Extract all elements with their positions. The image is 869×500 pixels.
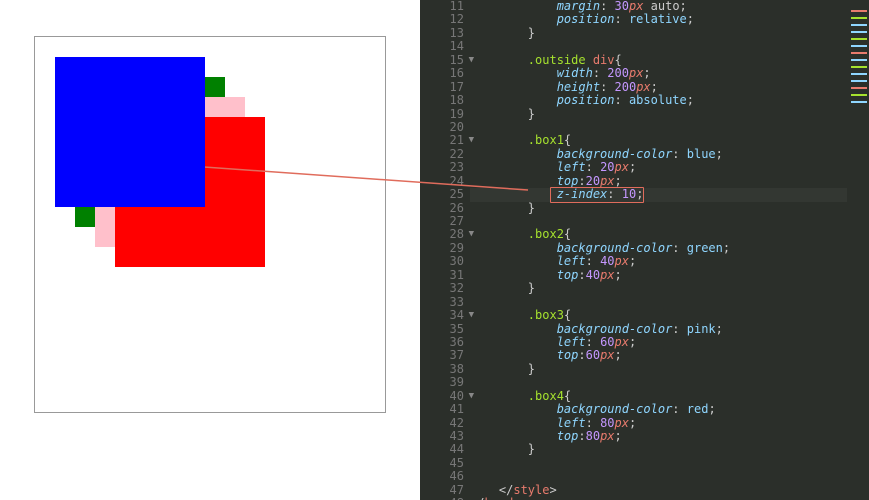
code-line[interactable]: left: 60px; [470, 336, 847, 349]
minimap-stripe [851, 52, 867, 54]
line-number: 24 [420, 175, 464, 188]
code-line[interactable] [470, 121, 847, 134]
code-editor[interactable]: 1112131415▼161718192021▼22232425262728▼2… [420, 0, 869, 500]
line-number: 19 [420, 108, 464, 121]
code-line[interactable]: </style> [470, 484, 847, 497]
highlight-rectangle [550, 187, 644, 203]
minimap-stripe [851, 94, 867, 96]
code-line[interactable]: background-color: red; [470, 403, 847, 416]
code-line[interactable]: top:60px; [470, 349, 847, 362]
line-number: 45 [420, 457, 464, 470]
code-line[interactable]: top:40px; [470, 269, 847, 282]
line-number: 42 [420, 417, 464, 430]
code-line[interactable]: background-color: pink; [470, 323, 847, 336]
line-number: 18 [420, 94, 464, 107]
line-number: 14 [420, 40, 464, 53]
code-line[interactable]: } [470, 27, 847, 40]
code-line[interactable]: } [470, 282, 847, 295]
line-number: 25 [420, 188, 464, 201]
app-root: 1112131415▼161718192021▼22232425262728▼2… [0, 0, 869, 500]
line-number: 44 [420, 443, 464, 456]
line-number: 43 [420, 430, 464, 443]
line-number: 39 [420, 376, 464, 389]
line-number: 40▼ [420, 390, 464, 403]
code-line[interactable]: } [470, 363, 847, 376]
outside-container [34, 36, 386, 413]
code-line[interactable]: .box3{ [470, 309, 847, 322]
line-number: 30 [420, 255, 464, 268]
minimap-stripe [851, 87, 867, 89]
code-line[interactable]: margin: 30px auto; [470, 0, 847, 13]
line-number: 20 [420, 121, 464, 134]
editor-minimap[interactable] [847, 0, 869, 500]
minimap-stripe [851, 80, 867, 82]
code-line[interactable] [470, 40, 847, 53]
line-number: 27 [420, 215, 464, 228]
line-number: 37 [420, 349, 464, 362]
line-number: 35 [420, 323, 464, 336]
code-line[interactable]: left: 40px; [470, 255, 847, 268]
minimap-stripe [851, 45, 867, 47]
code-line[interactable] [470, 376, 847, 389]
editor-gutter: 1112131415▼161718192021▼22232425262728▼2… [420, 0, 470, 500]
minimap-stripe [851, 10, 867, 12]
minimap-stripe [851, 38, 867, 40]
code-line[interactable] [470, 215, 847, 228]
code-line[interactable]: .box4{ [470, 390, 847, 403]
line-number: 38 [420, 363, 464, 376]
code-line[interactable]: width: 200px; [470, 67, 847, 80]
line-number: 15▼ [420, 54, 464, 67]
line-number: 33 [420, 296, 464, 309]
box1-blue [55, 57, 205, 207]
code-line[interactable]: } [470, 202, 847, 215]
line-number: 21▼ [420, 134, 464, 147]
line-number: 23 [420, 161, 464, 174]
line-number: 46 [420, 470, 464, 483]
editor-code-area[interactable]: margin: 30px auto; position: relative; }… [470, 0, 847, 500]
line-number: 16 [420, 67, 464, 80]
code-line[interactable]: height: 200px; [470, 81, 847, 94]
code-line[interactable]: background-color: blue; [470, 148, 847, 161]
minimap-stripe [851, 31, 867, 33]
code-line[interactable] [470, 296, 847, 309]
code-line[interactable]: top:80px; [470, 430, 847, 443]
code-line[interactable] [470, 470, 847, 483]
code-line[interactable]: position: absolute; [470, 94, 847, 107]
line-number: 26 [420, 202, 464, 215]
line-number: 41 [420, 403, 464, 416]
minimap-stripe [851, 24, 867, 26]
code-line[interactable]: } [470, 108, 847, 121]
code-line[interactable]: } [470, 443, 847, 456]
code-line[interactable]: .outside div{ [470, 54, 847, 67]
line-number: 12 [420, 13, 464, 26]
line-number: 28▼ [420, 228, 464, 241]
code-line[interactable]: .box1{ [470, 134, 847, 147]
code-line[interactable] [470, 457, 847, 470]
code-line[interactable]: .box2{ [470, 228, 847, 241]
line-number: 32 [420, 282, 464, 295]
code-line[interactable]: position: relative; [470, 13, 847, 26]
minimap-stripe [851, 17, 867, 19]
line-number: 17 [420, 81, 464, 94]
line-number: 11 [420, 0, 464, 13]
line-number: 31 [420, 269, 464, 282]
line-number: 22 [420, 148, 464, 161]
code-line[interactable]: z-index: 10; [470, 188, 847, 201]
minimap-stripe [851, 66, 867, 68]
minimap-stripe [851, 73, 867, 75]
minimap-stripe [851, 101, 867, 103]
code-line[interactable]: top:20px; [470, 175, 847, 188]
code-line[interactable]: left: 80px; [470, 417, 847, 430]
minimap-stripe [851, 59, 867, 61]
browser-render-pane [0, 0, 420, 500]
line-number: 29 [420, 242, 464, 255]
line-number: 34▼ [420, 309, 464, 322]
line-number: 47 [420, 484, 464, 497]
line-number: 13 [420, 27, 464, 40]
line-number: 36 [420, 336, 464, 349]
code-line[interactable]: background-color: green; [470, 242, 847, 255]
code-line[interactable]: left: 20px; [470, 161, 847, 174]
